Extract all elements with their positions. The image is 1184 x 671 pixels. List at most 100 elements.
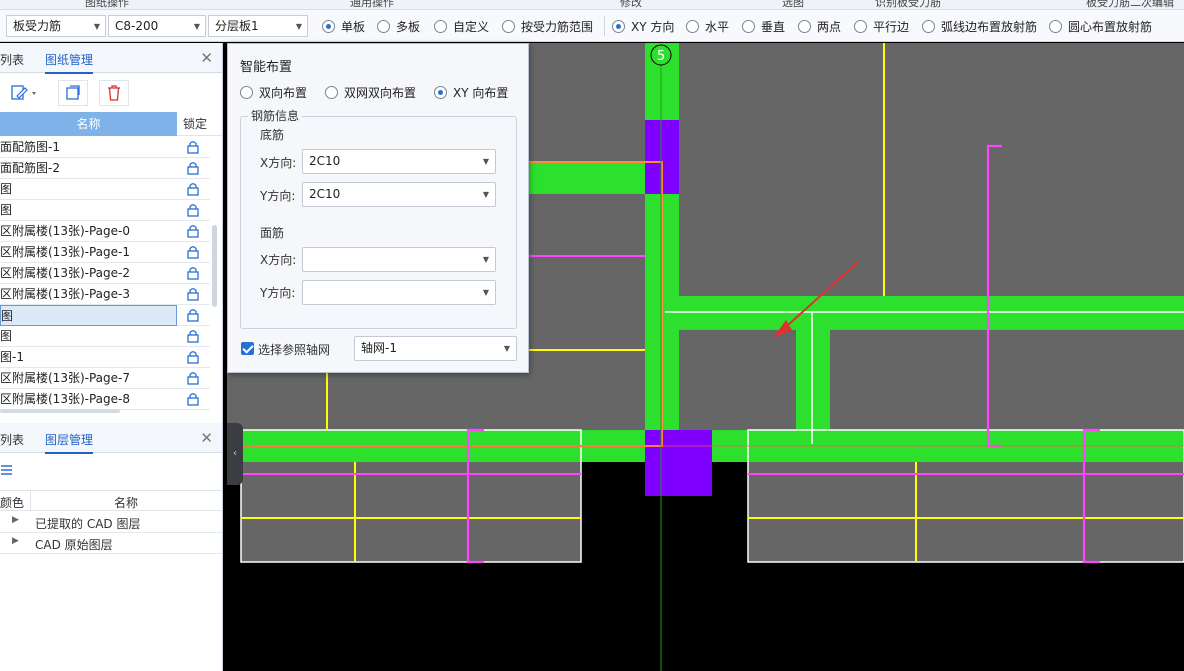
drawing-name: 区附属楼(13张)-Page-0 <box>0 224 130 238</box>
drawing-name: 面配筋图-1 <box>0 140 60 154</box>
radio-multi-slab[interactable]: 多板 <box>377 18 420 35</box>
radio-parallel-edge[interactable]: 平行边 <box>854 18 909 35</box>
top-y-select[interactable]: ▼ <box>302 280 496 305</box>
table-row[interactable]: 图-1 <box>0 347 210 368</box>
element-type-select[interactable]: 板受力筋 ▼ <box>6 15 106 37</box>
refresh-button[interactable] <box>58 80 88 106</box>
table-row[interactable]: 图 <box>0 326 210 347</box>
lock-icon[interactable] <box>186 392 200 406</box>
expand-arrow-icon[interactable]: ▶ <box>12 536 19 546</box>
radio-dot-icon <box>322 20 335 33</box>
layer-tool-button[interactable] <box>0 457 22 483</box>
delete-button[interactable] <box>99 80 129 106</box>
layer-slab-value: 分层板1 <box>215 19 259 33</box>
ref-axis-select[interactable]: 轴网-1 ▼ <box>354 336 517 361</box>
bottom-y-select[interactable]: 2C10 ▼ <box>302 182 496 207</box>
radio-xy-layout[interactable]: XY 向布置 <box>434 84 508 101</box>
rebar-spec-value: C8-200 <box>115 19 159 33</box>
radio-custom[interactable]: 自定义 <box>434 18 489 35</box>
table-row[interactable]: 区附属楼(13张)-Page-2 <box>0 263 210 284</box>
table-row[interactable]: 区附属楼(13张)-Page-8 <box>0 389 210 410</box>
edit-dropdown-button[interactable] <box>2 80 46 106</box>
tab-drawing-management[interactable]: 图纸管理 <box>45 51 94 74</box>
tab-list[interactable]: 列表 <box>0 431 24 448</box>
column-color-header: 颜色 <box>0 496 25 510</box>
lock-icon[interactable] <box>186 224 200 238</box>
lock-icon[interactable] <box>186 161 200 175</box>
ribbon-group-secondary-edit: 板受力筋二次编辑 <box>1086 0 1174 9</box>
lock-icon[interactable] <box>186 350 200 364</box>
radio-label: XY 向布置 <box>453 86 509 100</box>
chevron-down-icon: ▼ <box>93 22 100 31</box>
chevron-down-icon: ▼ <box>295 22 302 31</box>
radio-dot-icon <box>798 20 811 33</box>
column-name-header: 名称 <box>114 496 139 510</box>
radio-two-points[interactable]: 两点 <box>798 18 841 35</box>
radio-dot-icon <box>434 86 447 99</box>
lock-icon[interactable] <box>186 203 200 217</box>
radio-label: 水平 <box>705 20 730 34</box>
layer-slab-select[interactable]: 分层板1 ▼ <box>208 15 308 37</box>
drawing-list-hscrollbar[interactable] <box>0 409 120 413</box>
table-row[interactable]: 图 <box>0 179 210 200</box>
ref-axis-label: 选择参照轴网 <box>258 343 331 357</box>
axis-label: 5 <box>657 49 665 64</box>
table-row[interactable]: 面配筋图-1 <box>0 137 210 158</box>
radio-dot-icon <box>686 20 699 33</box>
top-x-select[interactable]: ▼ <box>302 247 496 272</box>
radio-horizontal[interactable]: 水平 <box>686 18 729 35</box>
top-rebar-title: 面筋 <box>260 226 285 240</box>
radio-center-radial[interactable]: 圆心布置放射筋 <box>1049 18 1152 35</box>
slab-area <box>679 330 1184 430</box>
ribbon-group-modify: 修改 <box>620 0 642 9</box>
lock-icon[interactable] <box>186 266 200 280</box>
bottom-rebar-title: 底筋 <box>260 128 285 142</box>
radio-double-net[interactable]: 双网双向布置 <box>325 84 416 101</box>
lock-icon[interactable] <box>186 371 200 385</box>
lock-icon[interactable] <box>186 287 200 301</box>
table-row[interactable]: 图 <box>0 200 210 221</box>
drawing-name: 区附属楼(13张)-Page-7 <box>0 371 130 385</box>
drawing-name: 面配筋图-2 <box>0 161 60 175</box>
radio-by-rebar-range[interactable]: 按受力筋范围 <box>502 18 593 35</box>
layer-tabbar: 列表 图层管理 ✕ <box>0 423 222 454</box>
lock-icon[interactable] <box>186 308 200 322</box>
tab-list[interactable]: 列表 <box>0 51 24 68</box>
bottom-y-label: Y方向: <box>260 189 296 203</box>
radio-arc-radial[interactable]: 弧线边布置放射筋 <box>922 18 1037 35</box>
close-icon[interactable]: ✕ <box>200 429 213 447</box>
table-row[interactable]: 图 <box>0 305 210 326</box>
lock-icon[interactable] <box>186 329 200 343</box>
lock-icon[interactable] <box>186 245 200 259</box>
layer-row[interactable]: ▶ CAD 原始图层 <box>0 533 222 554</box>
table-row[interactable]: 区附属楼(13张)-Page-1 <box>0 242 210 263</box>
drawing-list-scrollbar[interactable] <box>212 225 217 307</box>
radio-dot-icon <box>922 20 935 33</box>
ribbon-group-drawing-ops: 图纸操作 <box>85 0 129 9</box>
tab-layer-management[interactable]: 图层管理 <box>45 431 94 454</box>
radio-dot-icon <box>434 20 447 33</box>
drawing-name: 图 <box>0 305 177 326</box>
table-row[interactable]: 区附属楼(13张)-Page-7 <box>0 368 210 389</box>
bottom-x-select[interactable]: 2C10 ▼ <box>302 149 496 174</box>
expand-arrow-icon[interactable]: ▶ <box>12 515 19 525</box>
layer-row[interactable]: ▶ 已提取的 CAD 图层 <box>0 512 222 533</box>
close-icon[interactable]: ✕ <box>200 49 213 67</box>
radio-single-slab[interactable]: 单板 <box>322 18 365 35</box>
drawing-toolbar <box>0 74 222 112</box>
top-x-label: X方向: <box>260 253 297 267</box>
lock-icon[interactable] <box>186 182 200 196</box>
table-row[interactable]: 面配筋图-2 <box>0 158 210 179</box>
table-row[interactable]: 区附属楼(13张)-Page-0 <box>0 221 210 242</box>
radio-vertical[interactable]: 垂直 <box>742 18 785 35</box>
copy-refresh-icon <box>66 85 80 100</box>
lock-icon[interactable] <box>186 140 200 154</box>
radio-xy-direction[interactable]: XY 方向 <box>612 18 674 35</box>
rebar-spec-select[interactable]: C8-200 ▼ <box>108 15 206 37</box>
radio-dot-icon <box>742 20 755 33</box>
table-row[interactable]: 区附属楼(13张)-Page-3 <box>0 284 210 305</box>
beam-horizontal <box>665 296 1184 330</box>
radio-bidirectional[interactable]: 双向布置 <box>240 84 307 101</box>
ref-axis-checkbox[interactable] <box>241 342 254 355</box>
panel-collapse-handle[interactable]: ‹ <box>227 423 243 485</box>
